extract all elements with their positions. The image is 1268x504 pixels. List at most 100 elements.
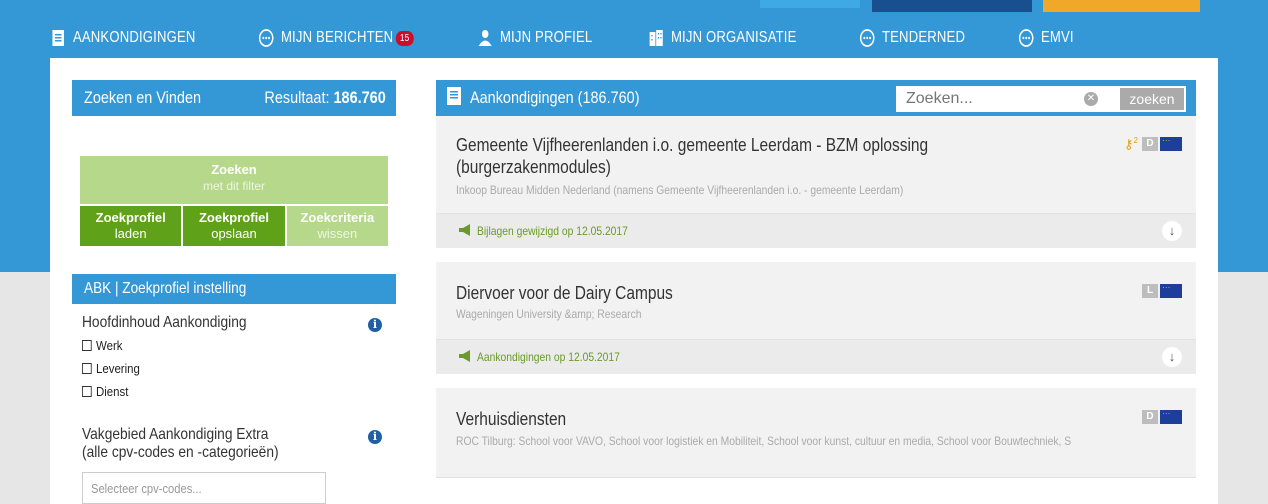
announcement-notice: Bijlagen gewijzigd op 12.05.2017 ↓ (436, 214, 1196, 248)
announcement-organization: ROC Tilburg: School voor VAVO, School vo… (456, 434, 1072, 448)
key-icon: ⚷2 (1124, 136, 1138, 152)
nav-label: EMVI (1041, 29, 1074, 46)
checkbox-werk[interactable]: Werk (82, 334, 382, 357)
result-count: Resultaat: 186.760 (265, 88, 386, 108)
button-sublabel: wissen (317, 226, 358, 241)
megaphone-icon (458, 349, 472, 365)
message-count-badge: 15 (395, 30, 413, 46)
announcement-search: ✕ zoeken (896, 86, 1186, 112)
checkbox-box[interactable] (82, 340, 92, 351)
dots-circle-icon (859, 28, 875, 48)
announcement-flags: ⚷2 D (1124, 136, 1182, 152)
nav-label: AANKONDIGINGEN (72, 29, 196, 46)
checkbox-levering[interactable]: Levering (82, 357, 382, 380)
button-label: Zoekcriteria (300, 210, 375, 225)
expand-arrow-icon[interactable]: ↓ (1162, 347, 1182, 367)
type-tag: D (1142, 410, 1158, 424)
document-icon (446, 86, 462, 111)
type-tag: D (1142, 137, 1158, 152)
button-sublabel: opslaan (211, 226, 257, 241)
filter-title-line2: (alle cpv-codes en -categorieën) (82, 444, 279, 461)
announcement-flags: D (1140, 409, 1182, 424)
nav-emvi[interactable]: EMVI (1018, 28, 1074, 48)
search-button[interactable]: zoeken (1120, 88, 1184, 110)
nav-label: MIJN ORGANISATIE (670, 29, 797, 46)
filter-title-line1: Vakgebied Aankondiging Extra (82, 426, 269, 443)
cpv-placeholder: Selecteer cpv-codes... (91, 480, 202, 496)
cpv-select-input[interactable]: Selecteer cpv-codes... (82, 472, 326, 504)
announcement-item[interactable]: Verhuisdiensten ROC Tilburg: School voor… (436, 388, 1196, 478)
profile-settings-header: ABK | Zoekprofiel instelling (72, 274, 396, 304)
button-sublabel: laden (114, 226, 147, 241)
notice-text: Aankondigingen op 12.05.2017 (477, 350, 620, 364)
info-icon[interactable]: i (368, 318, 382, 332)
announcement-flags: L (1140, 283, 1182, 298)
checkbox-box[interactable] (82, 386, 92, 397)
result-value: 186.760 (333, 88, 386, 107)
clear-icon[interactable]: ✕ (1084, 92, 1098, 106)
announcement-item[interactable]: Diervoer voor de Dairy Campus Wageningen… (436, 262, 1196, 340)
nav-label: MIJN BERICHTEN (280, 29, 393, 46)
load-profile-button[interactable]: Zoekprofiel laden (80, 206, 182, 246)
type-tag: L (1142, 284, 1158, 298)
announcement-title[interactable]: Verhuisdiensten (456, 408, 1049, 430)
announcement-item[interactable]: Gemeente Vijfheerenlanden i.o. gemeente … (436, 116, 1196, 214)
clear-criteria-button[interactable]: Zoekcriteria wissen (286, 206, 388, 246)
main-content-filter: Hoofdinhoud Aankondiging i Werk Levering… (82, 314, 382, 403)
nav-mijn-profiel[interactable]: MIJN PROFIEL (477, 28, 592, 48)
button-label: Zoekprofiel (198, 210, 270, 225)
filter-title: Hoofdinhoud Aankondiging (82, 314, 247, 331)
key-count: 2 (1133, 136, 1138, 145)
checkbox-dienst[interactable]: Dienst (82, 380, 382, 403)
cpv-filter: Vakgebied Aankondiging Extra (alle cpv-c… (82, 426, 382, 462)
sidebar-title: Zoeken en Vinden (84, 88, 202, 107)
search-with-filter-button[interactable]: Zoeken met dit filter (80, 156, 388, 204)
spacer (436, 374, 1196, 388)
result-label: Resultaat: (264, 88, 330, 107)
search-input[interactable] (896, 87, 1076, 111)
megaphone-icon (458, 223, 472, 239)
top-accent-bar (760, 0, 860, 8)
dots-circle-icon (258, 28, 274, 48)
checkbox-label: Levering (96, 361, 140, 376)
announcements-panel: Aankondigingen (186.760) ✕ zoeken Gemeen… (436, 80, 1196, 478)
nav-label: TENDERNED (881, 29, 965, 46)
nav-mijn-berichten[interactable]: MIJN BERICHTEN 15 (258, 28, 413, 48)
announcement-organization: Inkoop Bureau Midden Nederland (namens G… (456, 183, 904, 197)
top-accent-bar (1043, 0, 1200, 12)
announcement-title[interactable]: Diervoer voor de Dairy Campus (456, 282, 1049, 304)
announcements-title: Aankondigingen (186.760) (470, 88, 640, 107)
nav-tenderned[interactable]: TENDERNED (859, 28, 965, 48)
profile-button-row: Zoekprofiel laden Zoekprofiel opslaan Zo… (80, 206, 388, 246)
eu-flag-icon (1160, 283, 1182, 298)
announcement-notice: Aankondigingen op 12.05.2017 ↓ (436, 340, 1196, 374)
info-icon[interactable]: i (368, 430, 382, 444)
checkbox-box[interactable] (82, 363, 92, 374)
checkbox-label: Werk (96, 338, 123, 353)
button-label: Zoekprofiel (95, 210, 166, 225)
nav-mijn-organisatie[interactable]: MIJN ORGANISATIE (648, 28, 797, 48)
dots-circle-icon (1018, 28, 1034, 48)
eu-flag-icon (1160, 409, 1182, 424)
spacer (436, 248, 1196, 262)
notice-text: Bijlagen gewijzigd op 12.05.2017 (477, 224, 628, 238)
main-nav: AANKONDIGINGEN MIJN BERICHTEN 15 MIJN PR… (50, 20, 1116, 56)
search-sidebar: Zoeken en Vinden Resultaat: 186.760 Zoek… (72, 80, 396, 504)
document-icon (50, 28, 66, 48)
announcements-header: Aankondigingen (186.760) ✕ zoeken (436, 80, 1196, 116)
profile-settings-title: ABK | Zoekprofiel instelling (84, 280, 247, 297)
announcement-organization: Wageningen University &amp; Research (456, 307, 642, 321)
eu-flag-icon (1160, 136, 1182, 152)
content-panel: Zoeken en Vinden Resultaat: 186.760 Zoek… (50, 58, 1218, 504)
search-button-label: Zoeken (211, 162, 257, 177)
expand-arrow-icon[interactable]: ↓ (1162, 221, 1182, 241)
building-icon (648, 28, 664, 48)
announcement-title[interactable]: Gemeente Vijfheerenlanden i.o. gemeente … (456, 134, 1049, 178)
top-accent-bar (872, 0, 1032, 12)
nav-label: MIJN PROFIEL (500, 29, 593, 46)
search-button-sublabel: met dit filter (202, 179, 265, 193)
save-profile-button[interactable]: Zoekprofiel opslaan (183, 206, 285, 246)
checkbox-label: Dienst (96, 384, 129, 399)
user-icon (477, 28, 493, 48)
nav-aankondigingen[interactable]: AANKONDIGINGEN (50, 28, 196, 48)
